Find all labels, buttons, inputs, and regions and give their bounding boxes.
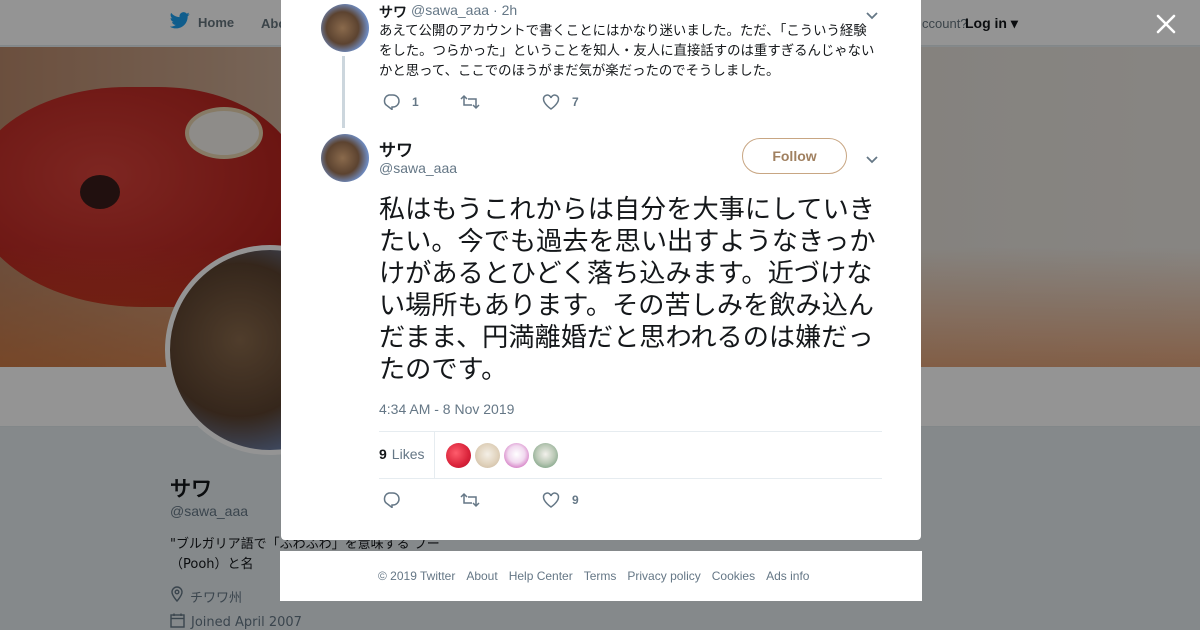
previous-tweet[interactable]: サワ @sawa_aaa · 2h あえて公開のアカウントで書くことにはかなり迷… — [281, 0, 921, 128]
like-count: 7 — [572, 94, 579, 109]
likers-avatars — [446, 443, 558, 468]
footer-link-cookies[interactable]: Cookies — [712, 569, 755, 583]
tweet-menu[interactable] — [865, 150, 879, 169]
stats-divider — [434, 432, 435, 478]
retweet-button[interactable] — [460, 492, 542, 508]
reply-icon — [382, 93, 400, 110]
footer: © 2019 Twitter About Help Center Terms P… — [280, 551, 922, 601]
tweet-modal: サワ @sawa_aaa · 2h あえて公開のアカウントで書くことにはかなり迷… — [281, 0, 921, 540]
reply-button[interactable] — [382, 491, 460, 508]
reply-count: 1 — [412, 94, 419, 109]
liker-avatar[interactable] — [504, 443, 529, 468]
footer-link-ads-info[interactable]: Ads info — [766, 569, 809, 583]
liker-avatar[interactable] — [446, 443, 471, 468]
close-icon — [1156, 14, 1176, 34]
retweet-button[interactable] — [460, 94, 542, 110]
previous-tweet-header: サワ @sawa_aaa · 2h — [379, 2, 517, 22]
tweet-stats: 9 Likes — [379, 431, 882, 479]
footer-copyright: © 2019 Twitter — [378, 569, 456, 583]
previous-tweet-text: あえて公開のアカウントで書くことにはかなり迷いました。ただ、「こういう経験をした… — [379, 24, 875, 79]
follow-button[interactable]: Follow — [742, 138, 847, 174]
thread-connector-line — [342, 56, 345, 128]
reply-button[interactable]: 1 — [382, 93, 460, 110]
previous-tweet-actions: 1 7 — [382, 93, 579, 110]
previous-tweet-handle[interactable]: @sawa_aaa — [411, 2, 489, 22]
footer-link-about[interactable]: About — [466, 569, 497, 583]
likes-stat[interactable]: 9 Likes — [379, 446, 424, 462]
like-button[interactable]: 7 — [542, 93, 579, 110]
footer-link-terms[interactable]: Terms — [584, 569, 617, 583]
tweet-author-avatar[interactable] — [321, 134, 369, 182]
close-modal-button[interactable] — [1152, 10, 1180, 38]
tweet-author-name[interactable]: サワ — [379, 136, 413, 161]
chevron-down-icon — [866, 12, 878, 20]
tweet-actions: 9 — [382, 491, 579, 508]
liker-avatar[interactable] — [533, 443, 558, 468]
tweet-author-handle[interactable]: @sawa_aaa — [379, 160, 457, 176]
tweet-text: 私はもうこれからは自分を大事にしていきたい。今でも過去を思い出すようなきっかけが… — [379, 195, 876, 385]
likes-stat-label: Likes — [391, 446, 425, 462]
footer-link-help-center[interactable]: Help Center — [509, 569, 573, 583]
previous-tweet-avatar[interactable] — [321, 4, 369, 52]
retweet-icon — [460, 492, 480, 508]
heart-icon — [542, 93, 560, 110]
previous-tweet-time[interactable]: · 2h — [493, 2, 517, 22]
chevron-down-icon — [866, 156, 878, 164]
tweet-timestamp[interactable]: 4:34 AM - 8 Nov 2019 — [379, 401, 514, 417]
footer-link-privacy[interactable]: Privacy policy — [627, 569, 700, 583]
like-count: 9 — [572, 492, 579, 507]
like-button[interactable]: 9 — [542, 491, 579, 508]
heart-icon — [542, 491, 560, 508]
reply-icon — [382, 491, 400, 508]
likes-stat-count: 9 — [379, 446, 387, 462]
liker-avatar[interactable] — [475, 443, 500, 468]
retweet-icon — [460, 94, 480, 110]
previous-tweet-name[interactable]: サワ — [379, 2, 407, 22]
